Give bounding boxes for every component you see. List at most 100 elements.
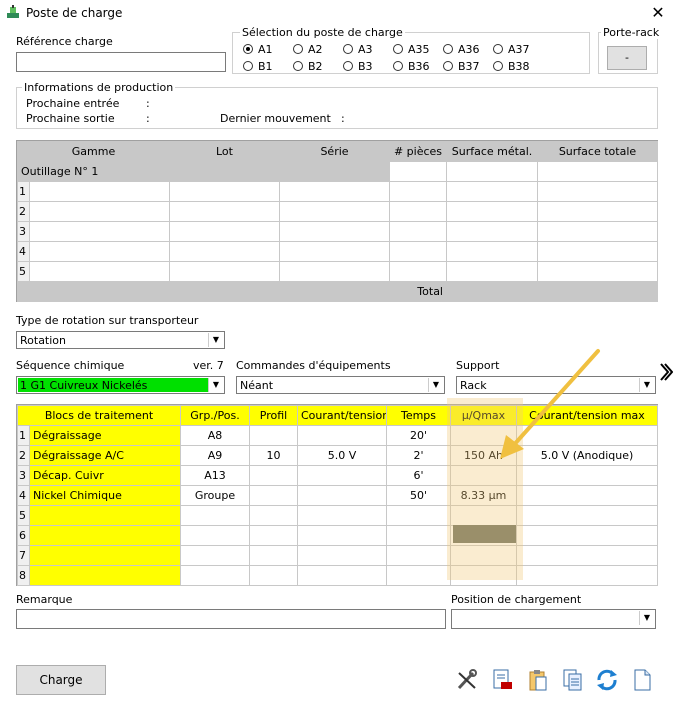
table-row[interactable]: 8	[17, 565, 658, 586]
profil-cell[interactable]	[249, 525, 298, 546]
table-row[interactable]: 5	[17, 261, 658, 282]
sequence-select[interactable]: 1 G1 Cuivreux Nickelés ▼	[16, 376, 225, 394]
temps-cell[interactable]	[386, 565, 451, 586]
row-number: 7	[17, 545, 30, 566]
col-grp[interactable]: Grp./Pos.	[180, 405, 250, 426]
courant-cell[interactable]	[297, 505, 387, 526]
profil-cell[interactable]	[249, 465, 298, 486]
grp-cell[interactable]	[180, 525, 250, 546]
table-row[interactable]: 3	[17, 221, 658, 242]
table-row[interactable]: 4 Nickel Chimique Groupe 50' 8.33 µm	[17, 485, 658, 506]
profil-cell[interactable]	[249, 545, 298, 566]
last-move-colon: :	[341, 112, 345, 125]
qmax-cell[interactable]: 8.33 µm	[450, 485, 517, 506]
next-out-label: Prochaine sortie	[26, 112, 115, 125]
col-surface-metal[interactable]: Surface métal.	[446, 141, 538, 162]
grp-cell[interactable]	[180, 545, 250, 566]
table-row[interactable]: 4	[17, 241, 658, 262]
bloc-cell[interactable]	[29, 565, 181, 586]
col-serie[interactable]: Série	[279, 141, 390, 162]
remarque-input[interactable]	[16, 609, 446, 629]
table-row[interactable]: 5	[17, 505, 658, 526]
bloc-cell[interactable]: Dégraissage A/C	[29, 445, 181, 466]
courant-max-cell[interactable]	[516, 565, 658, 586]
col-temps[interactable]: Temps	[386, 405, 451, 426]
next-out-colon: :	[146, 112, 150, 125]
bloc-cell[interactable]	[29, 505, 181, 526]
bloc-cell[interactable]: Décap. Cuivr	[29, 465, 181, 486]
table-row[interactable]: 3 Décap. Cuivr A13 6'	[17, 465, 658, 486]
col-surface-totale[interactable]: Surface totale	[537, 141, 658, 162]
table-row[interactable]: 1	[17, 181, 658, 202]
temps-cell[interactable]: 6'	[386, 465, 451, 486]
qmax-cell[interactable]	[450, 465, 517, 486]
radio-b38-label: B38	[508, 60, 530, 73]
grp-cell[interactable]: Groupe	[180, 485, 250, 506]
grp-cell[interactable]: A9	[180, 445, 250, 466]
courant-max-cell[interactable]	[516, 525, 658, 546]
bloc-cell[interactable]: Dégraissage	[29, 425, 181, 446]
temps-cell[interactable]: 50'	[386, 485, 451, 506]
radio-a2-label: A2	[308, 43, 323, 56]
tools-icon[interactable]	[455, 668, 479, 692]
blank-page-icon[interactable]	[630, 668, 654, 692]
temps-cell[interactable]: 20'	[386, 425, 451, 446]
col-gamme[interactable]: Gamme	[17, 141, 170, 162]
courant-cell[interactable]	[297, 485, 387, 506]
courant-cell[interactable]	[297, 425, 387, 446]
col-pieces[interactable]: # pièces	[389, 141, 447, 162]
copy-icon[interactable]	[561, 668, 585, 692]
temps-cell[interactable]	[386, 545, 451, 566]
courant-max-cell[interactable]	[516, 505, 658, 526]
courant-max-cell[interactable]	[516, 545, 658, 566]
porte-rack-button[interactable]: -	[607, 46, 647, 70]
row-number: 3	[17, 221, 30, 242]
courant-cell[interactable]	[297, 565, 387, 586]
grp-cell[interactable]: A13	[180, 465, 250, 486]
charge-button[interactable]: Charge	[16, 665, 106, 695]
selected-cell[interactable]	[453, 525, 516, 543]
temps-cell[interactable]	[386, 525, 451, 546]
qmax-cell[interactable]	[450, 565, 517, 586]
courant-cell[interactable]	[297, 525, 387, 546]
position-label: Position de chargement	[451, 593, 582, 606]
temps-cell[interactable]: 2'	[386, 445, 451, 466]
bloc-cell[interactable]	[29, 545, 181, 566]
bloc-cell[interactable]: Nickel Chimique	[29, 485, 181, 506]
close-icon[interactable]: ✕	[648, 3, 668, 23]
commandes-select[interactable]: Néant ▼	[236, 376, 445, 394]
rotation-label: Type de rotation sur transporteur	[16, 314, 199, 327]
courant-cell[interactable]	[297, 465, 387, 486]
rotation-select[interactable]: Rotation ▼	[16, 331, 225, 349]
profil-cell[interactable]	[249, 505, 298, 526]
clipboard-icon[interactable]	[526, 668, 550, 692]
courant-max-cell[interactable]	[516, 465, 658, 486]
profil-cell[interactable]	[249, 485, 298, 506]
table-row[interactable]: 2	[17, 201, 658, 222]
profil-cell[interactable]	[249, 425, 298, 446]
temps-cell[interactable]	[386, 505, 451, 526]
grp-cell[interactable]	[180, 505, 250, 526]
col-profil[interactable]: Profil	[249, 405, 298, 426]
col-blocs[interactable]: Blocs de traitement	[17, 405, 181, 426]
profil-cell[interactable]: 10	[249, 445, 298, 466]
courant-cell[interactable]: 5.0 V	[297, 445, 387, 466]
table-row[interactable]: 7	[17, 545, 658, 566]
bloc-cell[interactable]	[29, 525, 181, 546]
qmax-cell[interactable]	[450, 545, 517, 566]
expand-right-icon[interactable]	[659, 362, 673, 382]
document-red-icon[interactable]	[490, 668, 514, 692]
reference-input[interactable]	[16, 52, 226, 72]
courant-max-cell[interactable]	[516, 485, 658, 506]
grp-cell[interactable]	[180, 565, 250, 586]
position-select[interactable]: ▼	[451, 609, 656, 629]
row-number: 5	[17, 261, 30, 282]
refresh-icon[interactable]	[595, 668, 619, 692]
col-courant[interactable]: Courant/tension	[297, 405, 387, 426]
col-lot[interactable]: Lot	[169, 141, 280, 162]
qmax-cell[interactable]	[450, 505, 517, 526]
table-row[interactable]: 6	[17, 525, 658, 546]
profil-cell[interactable]	[249, 565, 298, 586]
grp-cell[interactable]: A8	[180, 425, 250, 446]
courant-cell[interactable]	[297, 545, 387, 566]
